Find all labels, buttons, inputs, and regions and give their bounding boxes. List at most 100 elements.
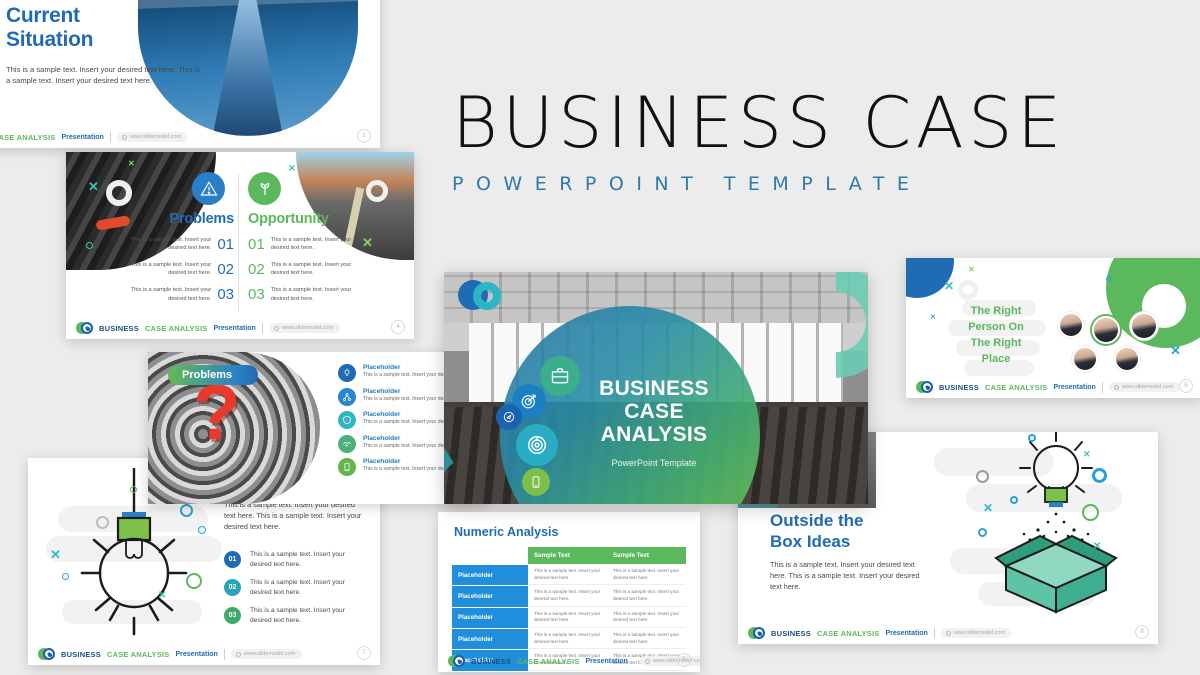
title-line-2: Box Ideas [770,532,851,552]
x-decoration: ✕ [362,235,373,250]
footer-url[interactable]: www.slidemodel.com [1108,382,1181,392]
problems-heading: Problems [169,211,235,227]
title-line-4: Place [981,352,1011,365]
footer-url-text: www.slidemodel.com [953,630,1006,636]
slide-problems-opportunity[interactable]: Problems This is a sample text. Insert y… [66,152,414,339]
footer-brand-2: CASE ANALYSIS [516,656,580,666]
mobile-icon [522,468,550,496]
table-row: Placeholder This is a sample text. Inser… [452,607,686,628]
circle-decoration [976,470,989,483]
title-line-3: ANALYSIS [600,423,708,447]
footer-url-text: www.slidemodel.com [281,325,334,331]
slide-numeric-analysis[interactable]: Numeric Analysis Sample Text Sample Text… [438,512,700,672]
footer-brand-2: CASE ANALYSIS [816,628,880,638]
footer-url-text: www.slidemodel.com [1121,384,1174,390]
slide-footer: BUSINESS CASE ANALYSIS Presentation www.… [738,622,1158,644]
compass-icon [496,404,522,430]
table-cell: This is a sample text. Insert your desir… [528,586,607,607]
footer-divider [261,322,263,334]
avatar[interactable] [1072,346,1098,372]
table-row: Placeholder This is a sample text. Inser… [452,628,686,650]
avatar[interactable] [1058,312,1084,338]
item-text: This is a sample text. Insert your desir… [270,287,352,302]
title-line-1: Outside the [770,511,864,530]
footer-url[interactable]: www.slidemodel.com [639,656,700,666]
row-label: Placeholder [452,607,528,628]
circle-decoration [1010,496,1018,504]
footer-brand-2: CASE ANALYSIS [0,132,56,142]
slide-footer: BUSINESS CASE ANALYSIS Presentation www.… [906,376,1200,398]
circle-decoration [1082,504,1099,521]
solution-item: 03 This is a sample text. Insert your de… [224,606,368,625]
footer-brand-1: BUSINESS [939,382,979,392]
problems-item: This is a sample text. Insert your desir… [84,236,234,252]
item-number: 03 [217,286,234,304]
item-number: 01 [248,235,265,253]
slide-title: The Right Person On The Right Place [954,304,1038,368]
shield-icon [338,411,356,429]
title-line-1: BUSINESS [599,377,709,400]
item-text: This is a sample text. Insert your desir… [130,237,212,252]
problems-item: This is a sample text. Insert your desir… [84,286,234,302]
footer-url[interactable]: www.slidemodel.com [268,323,341,333]
avatar[interactable] [1092,316,1120,344]
item-number: 02 [248,260,265,278]
title-line-2: Situation [6,27,94,51]
hero-subtitle: PowerPoint Template [611,458,697,468]
footer-url-text: www.slidemodel.com [243,651,296,657]
globe-icon [1113,384,1119,390]
table-cell: This is a sample text. Insert your desir… [607,586,686,607]
item-number: 01 [224,551,241,569]
slide-right-person[interactable]: The Right Person On The Right Place ✕ ✕ … [906,258,1200,398]
footer-brand-2: CASE ANALYSIS [106,649,170,659]
footer-presentation: Presentation [213,324,256,332]
x-decoration: ✕ [983,501,994,515]
cyan-ring-decoration [473,282,501,310]
slide-footer: BUSINESS CASE ANALYSIS Presentation www.… [438,650,700,672]
avatar[interactable] [1130,312,1158,340]
item-number: 02 [224,579,241,597]
page-number-badge: 9 [677,653,691,667]
footer-presentation: Presentation [585,657,628,665]
footer-url[interactable]: www.slidemodel.com [940,628,1013,638]
footer-presentation: Presentation [175,650,218,658]
solution-item: 01 This is a sample text. Insert your de… [224,550,368,569]
hero-title: BUSINESS CASE ANALYSIS [584,377,724,446]
circle-decoration [978,528,987,537]
circle-decoration [62,573,69,580]
slide-current-situation[interactable]: Current Situation This is a sample text.… [0,0,380,148]
table-cell: This is a sample text. Insert your desir… [528,607,607,628]
x-decoration: ✕ [158,590,167,601]
footer-divider [1101,381,1103,393]
x-decoration: ✕ [944,279,955,293]
globe-icon [235,651,241,657]
box-lightbulb-illustration [970,432,1130,616]
brand-logo-icon [916,381,933,393]
footer-url[interactable]: www.slidemodel.com [116,132,189,142]
avatar[interactable] [1114,346,1140,372]
x-decoration: ✕ [930,314,936,321]
column-header: Sample Text [528,547,607,564]
circle-decoration [106,180,132,206]
page-number-badge: 4 [391,320,405,334]
wordmark-subtitle: POWERPOINT TEMPLATE [452,173,922,195]
slide-problems-maze[interactable]: ? Problems Placeholder This is a sample … [148,352,486,504]
footer-brand-2: CASE ANALYSIS [144,323,208,333]
header-blank [452,547,528,564]
slide-body-text: This is a sample text. Insert your desir… [770,560,920,591]
footer-url[interactable]: www.slidemodel.com [230,649,303,659]
slide-title: Current Situation [6,4,93,51]
x-decoration: ✕ [968,265,975,274]
title-line-3: The Right [970,336,1022,349]
slide-footer: BUSINESS CASE ANALYSIS Presentation www.… [66,317,414,339]
footer-presentation: Presentation [1053,383,1096,391]
globe-icon [945,630,951,636]
page-number-badge: 2 [357,129,371,143]
circle-decoration [1092,468,1107,483]
circle-decoration [1028,434,1036,442]
title-line-1: The Right [970,305,1022,317]
slide-title-hero[interactable]: BUSINESS CASE ANALYSIS PowerPoint Templa… [444,272,868,504]
circle-decoration [366,180,388,202]
page-number-badge: 8 [1135,625,1149,639]
network-icon [338,387,356,406]
